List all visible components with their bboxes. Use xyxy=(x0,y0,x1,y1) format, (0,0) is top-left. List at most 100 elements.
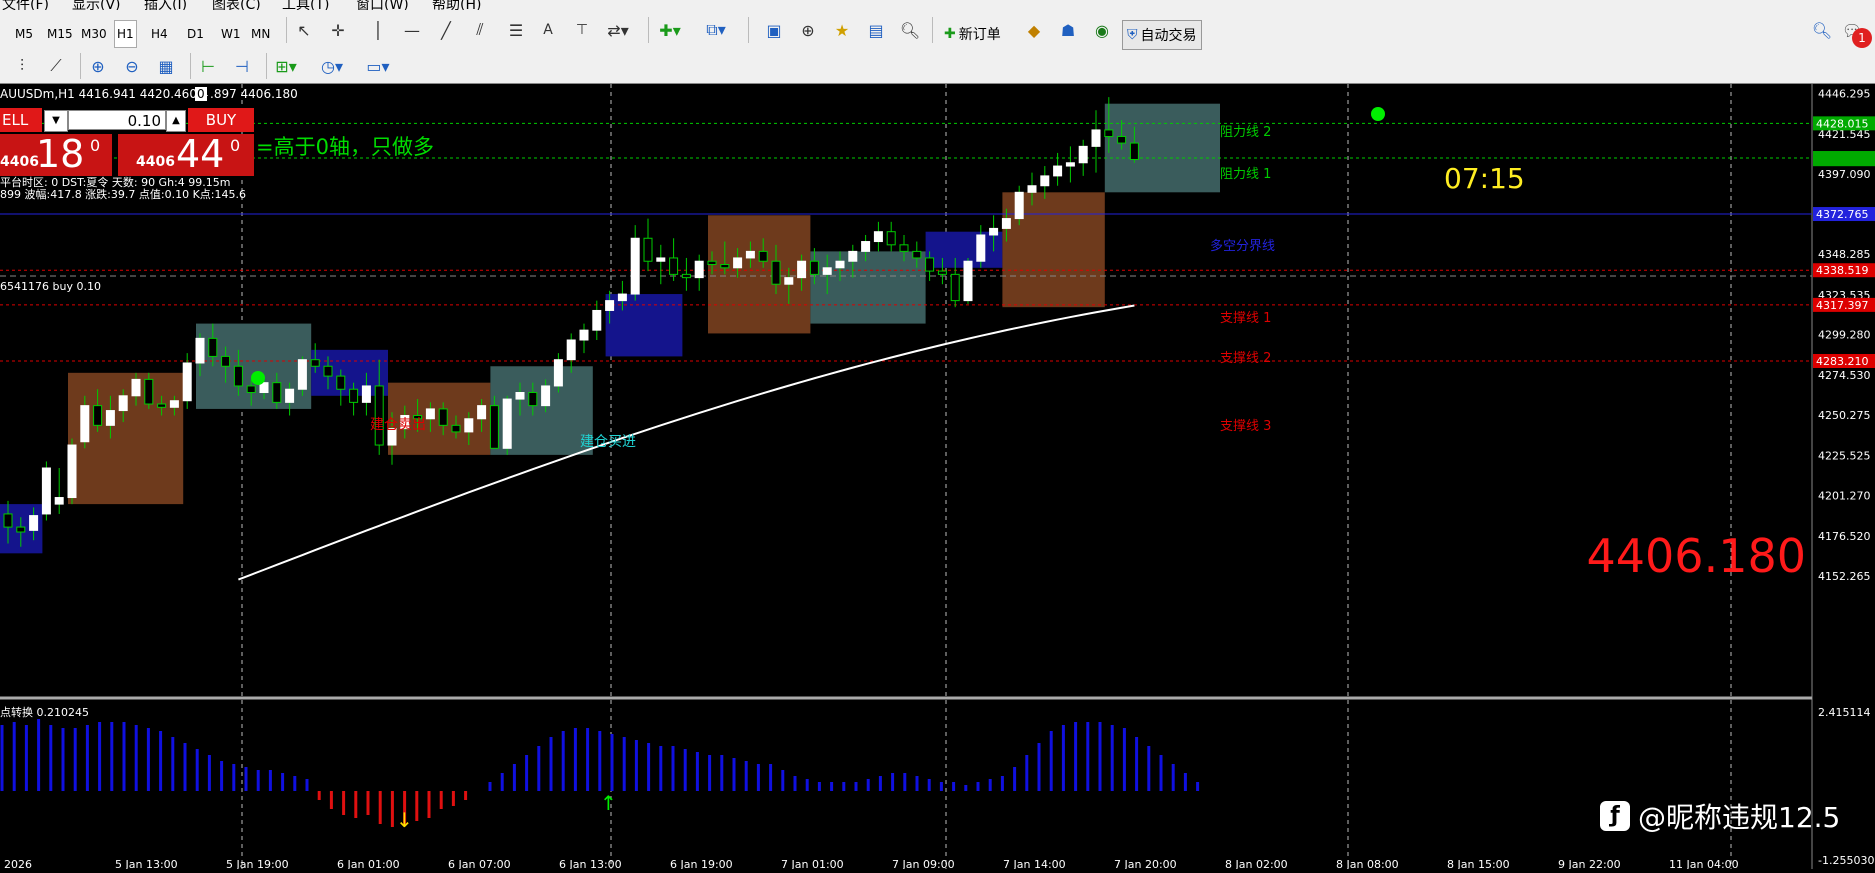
current-price-tag xyxy=(1813,152,1875,167)
candle-body xyxy=(29,515,39,531)
candle-body xyxy=(285,388,295,403)
chart-window[interactable]: 4446.295 4421.545 4397.090 4348.285 4323.535… xyxy=(0,84,1875,871)
candle-body xyxy=(963,260,973,302)
auto-trading-button[interactable]: ⛨ 自动交易 xyxy=(1122,20,1202,50)
crosshair-icon[interactable]: ✛ xyxy=(326,18,350,42)
candle-body xyxy=(464,418,474,433)
community-icon[interactable]: ◉ xyxy=(1090,18,1114,42)
timeframe-m5[interactable]: M5 xyxy=(12,20,36,48)
time-axis-label: 6 Jan 19:00 xyxy=(670,858,733,869)
menu-help[interactable]: 帮助(H) xyxy=(432,0,481,10)
candle-body xyxy=(477,405,487,420)
timeframe-mn[interactable]: MN xyxy=(248,20,273,48)
buy-button[interactable]: BUY xyxy=(188,108,254,132)
terminal-icon[interactable]: ▤ xyxy=(864,18,888,42)
zoom-in-icon[interactable]: ⊕ xyxy=(86,54,110,78)
new-order-button[interactable]: ✚ 新订单 xyxy=(940,20,1005,48)
candle-body xyxy=(1014,191,1024,220)
autoscroll-icon[interactable]: ⊢ xyxy=(196,54,220,78)
timeframe-h4[interactable]: H4 xyxy=(148,20,171,48)
candle-body xyxy=(1040,175,1050,187)
menu-tools[interactable]: 工具(T) xyxy=(282,0,329,10)
favorites-icon[interactable]: ★ xyxy=(830,18,854,42)
lot-stepper-up[interactable]: ▲ xyxy=(166,110,186,132)
candle-body xyxy=(848,250,858,262)
toolbar-separator xyxy=(80,53,81,79)
candle-body xyxy=(592,309,602,331)
time-axis-label: 8 Jan 15:00 xyxy=(1447,858,1510,869)
candle-body xyxy=(169,400,179,408)
sell-price-main: 18 xyxy=(36,132,85,176)
price-tag-label: 4372.765 xyxy=(1816,208,1869,221)
profiles-icon[interactable]: ⧉▾ xyxy=(704,18,728,42)
price-chart[interactable]: 4446.2954421.5454397.0904348.2854323.535… xyxy=(0,84,1875,871)
shapes-dropdown-icon[interactable]: ⇄▾ xyxy=(606,18,630,42)
current-price-big: 4406.180 xyxy=(1587,529,1807,583)
cursor-icon[interactable]: ↖ xyxy=(292,18,316,42)
trade-rule-text: =高于0轴，只做多 xyxy=(256,135,434,159)
timeframe-h1[interactable]: H1 xyxy=(114,20,137,48)
search-icon[interactable]: 🔍︎ xyxy=(1810,18,1834,42)
time-axis-label: 8 Jan 02:00 xyxy=(1225,858,1288,869)
channel-icon[interactable]: ⫽ xyxy=(468,18,492,42)
time-axis-label: 7 Jan 14:00 xyxy=(1003,858,1066,869)
horizontal-line-icon[interactable]: — xyxy=(400,18,424,42)
toolbar-separator xyxy=(286,17,287,43)
navigator-icon[interactable]: ⊕ xyxy=(796,18,820,42)
candle-body xyxy=(643,237,653,262)
menu-window[interactable]: 窗口(W) xyxy=(356,0,409,10)
menu-view[interactable]: 显示(V) xyxy=(72,0,121,10)
buy-price-box[interactable]: 4406 44 0 xyxy=(118,132,254,176)
text-label-icon[interactable]: ⊤ xyxy=(570,18,594,42)
periods-icon[interactable]: ◷▾ xyxy=(320,54,344,78)
candle-body xyxy=(80,405,90,443)
metaeditor-icon[interactable]: ◆ xyxy=(1022,18,1046,42)
bar-chart-icon[interactable]: ⫶ xyxy=(10,54,34,78)
lot-dropdown[interactable]: ▼ xyxy=(44,110,68,132)
toolbar-separator xyxy=(266,53,267,79)
menu-file[interactable]: 文件(F) xyxy=(2,0,49,10)
sell-button[interactable]: ELL xyxy=(0,108,42,132)
signals-icon[interactable]: ☗ xyxy=(1056,18,1080,42)
timeframe-m30[interactable]: M30 xyxy=(78,20,110,48)
line-chart-icon[interactable]: ⟋ xyxy=(44,54,68,78)
menu-charts[interactable]: 图表(C) xyxy=(212,0,261,10)
candle-body xyxy=(886,231,896,246)
support-2-label: 支撑线 2 xyxy=(1220,351,1271,366)
candle-body xyxy=(438,408,448,426)
candle-body xyxy=(16,526,26,533)
candle-body xyxy=(195,337,205,364)
text-tool-icon[interactable]: A xyxy=(536,18,560,42)
price-tag-label: 4428.015 xyxy=(1816,117,1869,130)
lot-size-input[interactable]: 0.10 xyxy=(68,110,166,130)
market-watch-icon[interactable]: ▣ xyxy=(762,18,786,42)
timeframe-m15[interactable]: M15 xyxy=(44,20,76,48)
chart-shift-icon[interactable]: ⊣ xyxy=(230,54,254,78)
candle-body xyxy=(502,398,512,449)
time-axis-label: 6 Jan 01:00 xyxy=(337,858,400,869)
candle-body xyxy=(489,405,499,449)
sell-price-prefix: 4406 xyxy=(0,154,39,170)
new-chart-icon[interactable]: ✚▾ xyxy=(658,18,682,42)
vertical-line-icon[interactable]: │ xyxy=(366,18,390,42)
candle-body xyxy=(105,410,115,426)
signal-dot xyxy=(1371,107,1385,121)
price-tick-label: 4274.530 xyxy=(1818,369,1871,382)
menu-insert[interactable]: 插入(I) xyxy=(144,0,187,10)
price-tick-label: 4201.270 xyxy=(1818,489,1871,502)
candle-body xyxy=(1104,129,1114,138)
templates-icon[interactable]: ▭▾ xyxy=(366,54,390,78)
tile-windows-icon[interactable]: ▦ xyxy=(154,54,178,78)
timeframe-w1[interactable]: W1 xyxy=(218,20,244,48)
price-tick-label: 4250.275 xyxy=(1818,409,1871,422)
sell-price-box[interactable]: 4406 18 0 xyxy=(0,132,112,176)
zoom-out-icon[interactable]: ⊖ xyxy=(120,54,144,78)
indicators-icon[interactable]: ⊞▾ xyxy=(274,54,298,78)
candle-body xyxy=(54,497,64,505)
trendline-icon[interactable]: ╱ xyxy=(434,18,458,42)
platform-info-line: 平台时区: 0 DST:夏令 天数: 90 Gh:4 99.15m xyxy=(0,175,230,189)
buy-price-main: 44 xyxy=(176,132,225,176)
timeframe-d1[interactable]: D1 xyxy=(184,20,207,48)
fibonacci-icon[interactable]: ☰ xyxy=(504,18,528,42)
tester-icon[interactable]: 🔍︎ xyxy=(898,18,922,42)
